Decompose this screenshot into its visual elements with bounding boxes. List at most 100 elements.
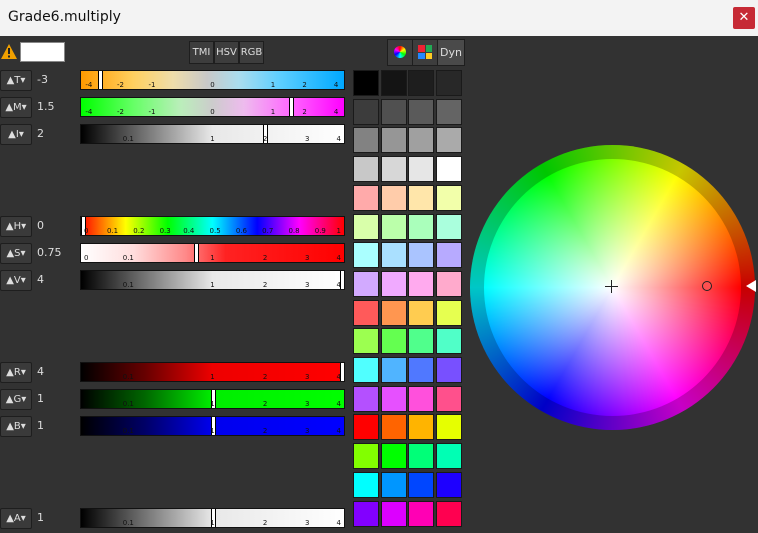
channel-a-value[interactable]: 1 bbox=[37, 511, 44, 525]
palette-swatch[interactable] bbox=[408, 70, 434, 96]
palette-swatch[interactable] bbox=[380, 184, 407, 211]
palette-swatch[interactable] bbox=[408, 500, 434, 527]
mode-hsv-button[interactable]: HSV bbox=[214, 41, 239, 64]
palette-swatch[interactable] bbox=[380, 270, 407, 297]
palette-swatch[interactable] bbox=[380, 414, 407, 441]
palette-swatch[interactable] bbox=[353, 299, 379, 326]
channel-s-value[interactable]: 0.75 bbox=[37, 246, 62, 260]
palette-swatch[interactable] bbox=[380, 443, 407, 470]
current-color-swatch[interactable] bbox=[20, 42, 65, 62]
palette-swatch[interactable] bbox=[380, 328, 407, 355]
palette-swatch[interactable] bbox=[380, 357, 407, 383]
channel-a-button[interactable]: ▲A▾ bbox=[0, 508, 32, 529]
palette-swatch[interactable] bbox=[380, 213, 407, 240]
channel-s-handle[interactable] bbox=[194, 244, 199, 262]
palette-swatch[interactable] bbox=[408, 270, 434, 297]
palette-swatch[interactable] bbox=[353, 414, 379, 441]
palette-swatch[interactable] bbox=[353, 156, 379, 183]
channel-i-button[interactable]: ▲I▾ bbox=[0, 124, 32, 145]
palette-swatch[interactable] bbox=[353, 385, 379, 412]
channel-m-button[interactable]: ▲M▾ bbox=[0, 97, 32, 118]
palette-swatch[interactable] bbox=[435, 242, 462, 269]
channel-v-slider[interactable]: 0.1 1 2 3 4 bbox=[80, 270, 345, 290]
channel-s-button[interactable]: ▲S▾ bbox=[0, 243, 32, 264]
palette-swatch[interactable] bbox=[353, 70, 379, 96]
palette-swatch[interactable] bbox=[408, 156, 434, 183]
palette-swatch[interactable] bbox=[435, 500, 462, 527]
channel-v-button[interactable]: ▲V▾ bbox=[0, 270, 32, 291]
channel-r-slider[interactable]: 0.1 1 2 3 4 bbox=[80, 362, 345, 382]
mode-tmi-button[interactable]: TMI bbox=[189, 41, 214, 64]
palette-swatch[interactable] bbox=[380, 299, 407, 326]
palette-swatch[interactable] bbox=[380, 385, 407, 412]
palette-swatch[interactable] bbox=[435, 357, 462, 383]
palette-swatch[interactable] bbox=[408, 242, 434, 269]
channel-h-slider[interactable]: 0 0.1 0.2 0.3 0.4 0.5 0.6 0.7 0.8 0.9 1 bbox=[80, 216, 345, 236]
channel-m-slider[interactable]: -4 -2 -1 0 1 2 4 bbox=[80, 97, 345, 117]
palette-swatch[interactable] bbox=[353, 471, 379, 498]
palette-swatch[interactable] bbox=[353, 500, 379, 527]
palette-swatch[interactable] bbox=[435, 184, 462, 211]
palette-swatch[interactable] bbox=[435, 98, 462, 125]
channel-m-handle[interactable] bbox=[289, 98, 294, 116]
palette-swatch[interactable] bbox=[408, 414, 434, 441]
channel-a-slider[interactable]: 0.1 1 2 3 4 bbox=[80, 508, 345, 528]
channel-i-value[interactable]: 2 bbox=[37, 127, 44, 141]
channel-b-button[interactable]: ▲B▾ bbox=[0, 416, 32, 437]
channel-g-button[interactable]: ▲G▾ bbox=[0, 389, 32, 410]
palette-swatch[interactable] bbox=[380, 156, 407, 183]
palette-swatch[interactable] bbox=[408, 443, 434, 470]
dyn-button[interactable]: Dyn bbox=[437, 39, 465, 66]
palette-swatch[interactable] bbox=[380, 70, 407, 96]
palette-swatch[interactable] bbox=[408, 471, 434, 498]
channel-t-slider[interactable]: -4 -2 -1 0 1 2 4 bbox=[80, 70, 345, 90]
palette-swatch[interactable] bbox=[380, 242, 407, 269]
palette-swatch[interactable] bbox=[353, 242, 379, 269]
mode-rgb-button[interactable]: RGB bbox=[239, 41, 264, 64]
palette-swatch[interactable] bbox=[353, 357, 379, 383]
palette-swatch[interactable] bbox=[435, 443, 462, 470]
palette-swatch[interactable] bbox=[353, 270, 379, 297]
channel-t-handle[interactable] bbox=[98, 71, 103, 89]
palette-swatch[interactable] bbox=[435, 127, 462, 154]
palette-swatch[interactable] bbox=[435, 70, 462, 96]
palette-swatch[interactable] bbox=[435, 385, 462, 412]
palette-swatch[interactable] bbox=[353, 98, 379, 125]
channel-h-value[interactable]: 0 bbox=[37, 219, 44, 233]
palette-swatch[interactable] bbox=[435, 414, 462, 441]
palette-swatch[interactable] bbox=[353, 443, 379, 470]
palette-swatch[interactable] bbox=[435, 299, 462, 326]
palette-swatch[interactable] bbox=[353, 213, 379, 240]
palette-swatch[interactable] bbox=[380, 500, 407, 527]
channel-t-button[interactable]: ▲T▾ bbox=[0, 70, 32, 91]
channel-g-slider[interactable]: 0.1 1 2 3 4 bbox=[80, 389, 345, 409]
channel-r-button[interactable]: ▲R▾ bbox=[0, 362, 32, 383]
palette-swatch[interactable] bbox=[408, 98, 434, 125]
palette-swatch[interactable] bbox=[408, 328, 434, 355]
palette-swatch[interactable] bbox=[408, 299, 434, 326]
close-button[interactable]: ✕ bbox=[733, 7, 755, 29]
palette-swatch[interactable] bbox=[353, 328, 379, 355]
channel-i-slider[interactable]: 0.1 1 2 3 4 bbox=[80, 124, 345, 144]
palette-swatch[interactable] bbox=[380, 127, 407, 154]
channel-m-value[interactable]: 1.5 bbox=[37, 100, 55, 114]
palette-swatch[interactable] bbox=[380, 471, 407, 498]
palette-swatch[interactable] bbox=[408, 385, 434, 412]
palette-swatch[interactable] bbox=[435, 270, 462, 297]
color-wheel-toggle-button[interactable] bbox=[387, 39, 413, 66]
palette-swatch[interactable] bbox=[435, 213, 462, 240]
palette-swatch[interactable] bbox=[435, 328, 462, 355]
palette-swatch[interactable] bbox=[435, 156, 462, 183]
palette-swatch[interactable] bbox=[408, 213, 434, 240]
wheel-color-cursor[interactable] bbox=[702, 281, 712, 291]
channel-b-value[interactable]: 1 bbox=[37, 419, 44, 433]
channel-h-button[interactable]: ▲H▾ bbox=[0, 216, 32, 237]
channel-r-value[interactable]: 4 bbox=[37, 365, 44, 379]
palette-swatch[interactable] bbox=[353, 127, 379, 154]
swatches-toggle-button[interactable] bbox=[412, 39, 438, 66]
channel-b-slider[interactable]: 0.1 1 2 3 4 bbox=[80, 416, 345, 436]
palette-swatch[interactable] bbox=[408, 357, 434, 383]
palette-swatch[interactable] bbox=[353, 184, 379, 211]
palette-swatch[interactable] bbox=[435, 471, 462, 498]
channel-t-value[interactable]: -3 bbox=[37, 73, 48, 87]
